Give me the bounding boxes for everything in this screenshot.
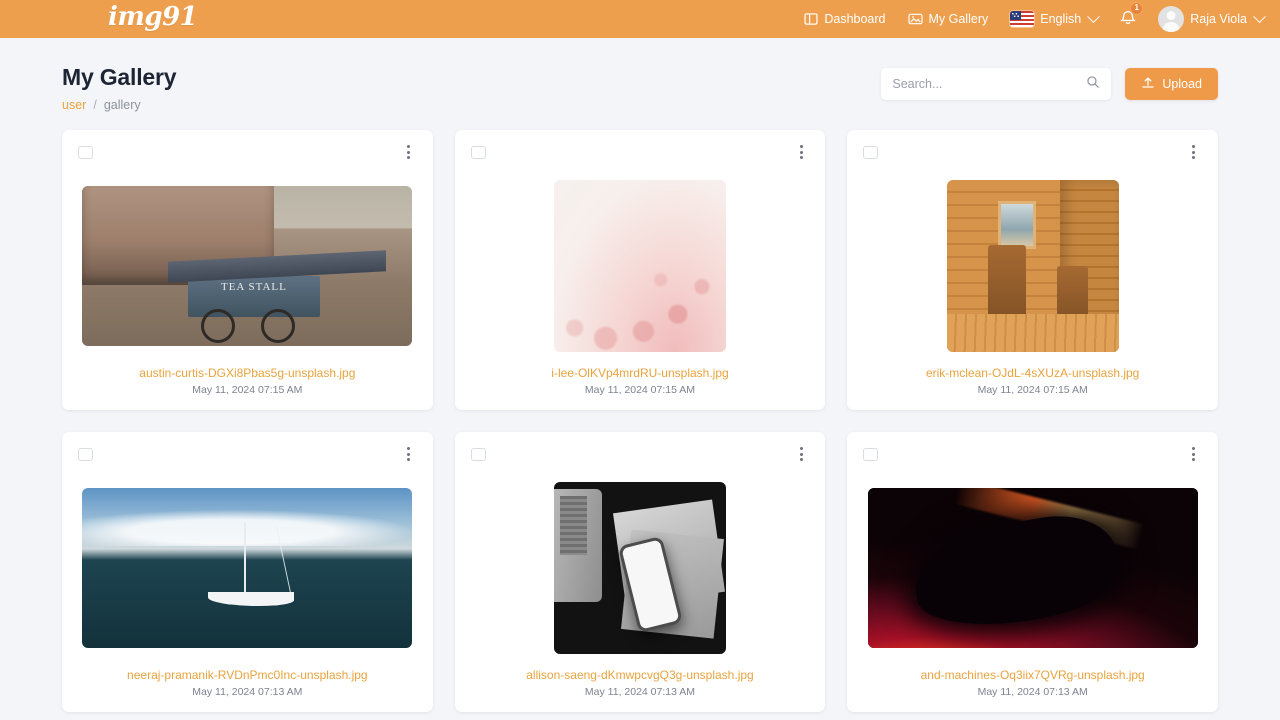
gallery-card[interactable]: i-lee-OlKVp4mrdRU-unsplash.jpg May 11, 20…: [454, 130, 826, 410]
image-filename[interactable]: i-lee-OlKVp4mrdRU-unsplash.jpg: [471, 366, 810, 380]
more-options-icon[interactable]: [793, 445, 809, 463]
nav-item-dashboard[interactable]: Dashboard: [804, 12, 886, 26]
breadcrumb-gallery: gallery: [103, 98, 141, 112]
card-caption: allison-saeng-dKmwpcvgQ3g-unsplash.jpg Ma…: [471, 668, 810, 698]
card-caption: austin-curtis-DGXi8Pbas5g-unsplash.jpg Ma…: [78, 366, 417, 396]
image-filename[interactable]: allison-saeng-dKmwpcvgQ3g-unsplash.jpg: [471, 668, 810, 682]
select-checkbox[interactable]: [470, 145, 486, 159]
nav-item-dashboard-label: Dashboard: [824, 12, 886, 26]
nav-item-my-gallery-label: My Gallery: [928, 12, 989, 26]
card-toolbar: [470, 444, 810, 464]
user-name: Raja Viola: [1190, 12, 1247, 26]
select-checkbox[interactable]: [863, 447, 879, 461]
breadcrumb-user[interactable]: user: [62, 98, 86, 112]
header-nav: Dashboard My Gallery English 1 Raja Viol…: [804, 2, 1266, 32]
us-flag-icon: [1010, 11, 1035, 27]
more-options-icon[interactable]: [401, 445, 417, 463]
thumbnail-wrapper: [78, 162, 417, 366]
image-date: May 11, 2024 07:13 AM: [584, 686, 696, 698]
upload-icon: [1141, 76, 1155, 93]
more-options-icon[interactable]: [1186, 143, 1202, 161]
app-header: img91 Dashboard My Gallery English 1 Raj…: [0, 0, 1280, 38]
gallery-card[interactable]: neeraj-pramanik-RVDnPmc0Inc-unsplash.jpg…: [62, 432, 433, 712]
card-toolbar: [78, 142, 417, 162]
select-checkbox[interactable]: [78, 145, 93, 159]
more-options-icon[interactable]: [1186, 445, 1202, 463]
chevron-down-icon: [1253, 9, 1266, 23]
language-label: English: [1040, 12, 1082, 26]
image-filename[interactable]: austin-curtis-DGXi8Pbas5g-unsplash.jpg: [78, 366, 417, 380]
thumbnail-image[interactable]: [946, 180, 1119, 352]
image-date: May 11, 2024 07:15 AM: [584, 384, 696, 396]
breadcrumb-separator: /: [93, 98, 97, 112]
image-filename[interactable]: neeraj-pramanik-RVDnPmc0Inc-unsplash.jpg: [78, 668, 417, 682]
nav-item-my-gallery[interactable]: My Gallery: [907, 12, 989, 26]
more-options-icon[interactable]: [401, 143, 417, 161]
card-caption: neeraj-pramanik-RVDnPmc0Inc-unsplash.jpg…: [78, 668, 417, 698]
image-date: May 11, 2024 07:15 AM: [977, 384, 1088, 396]
card-toolbar: [470, 142, 810, 162]
page-title: My Gallery: [62, 64, 177, 90]
image-filename[interactable]: and-machines-Oq3iix7QVRg-unsplash.jpg: [863, 668, 1202, 682]
card-caption: erik-mclean-OJdL-4sXUzA-unsplash.jpg May …: [863, 366, 1202, 396]
thumbnail-image[interactable]: [867, 488, 1198, 648]
gallery-grid: austin-curtis-DGXi8Pbas5g-unsplash.jpg Ma…: [62, 130, 1218, 712]
card-toolbar: [863, 444, 1202, 464]
thumbnail-image[interactable]: [82, 186, 413, 346]
page-header: My Gallery user / gallery Search... Uplo…: [62, 64, 1218, 112]
dashboard-icon: [804, 12, 818, 26]
gallery-card[interactable]: allison-saeng-dKmwpcvgQ3g-unsplash.jpg Ma…: [454, 432, 826, 712]
language-selector[interactable]: English: [1010, 9, 1101, 27]
gallery-icon: [907, 12, 923, 26]
upload-button[interactable]: Upload: [1125, 68, 1218, 100]
thumbnail-wrapper: [863, 162, 1202, 366]
page-heading-block: My Gallery user / gallery: [62, 64, 177, 112]
avatar: [1158, 6, 1185, 32]
search-box[interactable]: [881, 68, 1112, 100]
user-menu[interactable]: Raja Viola: [1158, 6, 1266, 32]
select-checkbox[interactable]: [470, 447, 486, 461]
thumbnail-image[interactable]: [553, 482, 726, 654]
card-toolbar: [863, 142, 1202, 162]
image-date: May 11, 2024 07:13 AM: [977, 686, 1088, 698]
notifications-button[interactable]: 1: [1120, 2, 1144, 29]
breadcrumb: user / gallery: [62, 98, 176, 112]
more-options-icon[interactable]: [793, 143, 809, 161]
thumbnail-wrapper: [78, 464, 417, 668]
card-toolbar: [78, 444, 417, 464]
gallery-card[interactable]: austin-curtis-DGXi8Pbas5g-unsplash.jpg Ma…: [62, 130, 433, 410]
select-checkbox[interactable]: [78, 447, 93, 461]
search-icon[interactable]: [1086, 75, 1100, 94]
image-date: May 11, 2024 07:15 AM: [192, 384, 303, 396]
thumbnail-image[interactable]: [82, 488, 413, 648]
select-checkbox[interactable]: [863, 145, 879, 159]
card-caption: and-machines-Oq3iix7QVRg-unsplash.jpg May…: [863, 668, 1202, 698]
notification-badge: 1: [1130, 2, 1144, 15]
chevron-down-icon: [1087, 9, 1101, 23]
app-logo[interactable]: img91: [108, 2, 198, 32]
image-filename[interactable]: erik-mclean-OJdL-4sXUzA-unsplash.jpg: [863, 366, 1202, 380]
gallery-card[interactable]: and-machines-Oq3iix7QVRg-unsplash.jpg May…: [847, 432, 1218, 712]
thumbnail-wrapper: [471, 464, 810, 668]
upload-button-label: Upload: [1162, 77, 1202, 91]
image-date: May 11, 2024 07:13 AM: [192, 686, 303, 698]
card-caption: i-lee-OlKVp4mrdRU-unsplash.jpg May 11, 20…: [471, 366, 810, 396]
page-content: My Gallery user / gallery Search... Uplo…: [0, 38, 1280, 712]
thumbnail-wrapper: [471, 162, 810, 366]
thumbnail-image[interactable]: [553, 180, 726, 352]
search-input[interactable]: [892, 77, 1087, 91]
gallery-card[interactable]: erik-mclean-OJdL-4sXUzA-unsplash.jpg May …: [847, 130, 1218, 410]
toolbar-actions: Upload: [881, 68, 1218, 100]
thumbnail-wrapper: [863, 464, 1202, 668]
